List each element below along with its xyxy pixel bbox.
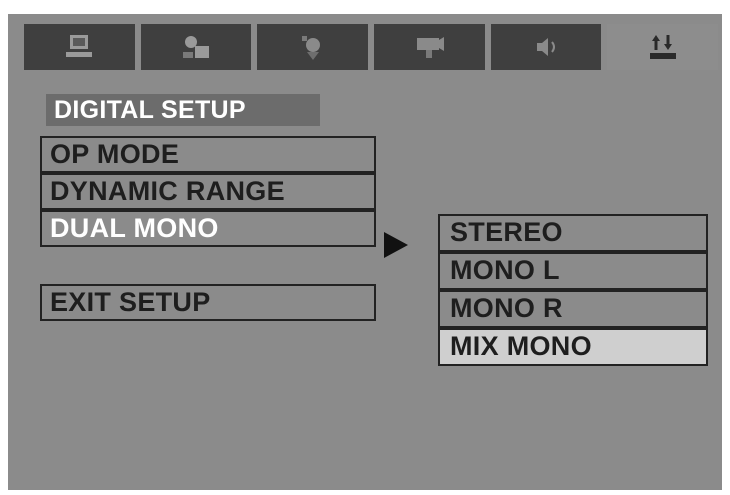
audio-icon (537, 38, 556, 56)
selection-arrow-icon (384, 232, 408, 258)
tab-general[interactable] (24, 24, 135, 70)
page-title: DIGITAL SETUP (46, 94, 320, 126)
setup-screen: DIGITAL SETUP OP MODE DYNAMIC RANGE DUAL… (8, 14, 722, 490)
video-icon (417, 37, 445, 58)
submenu-option-stereo[interactable]: STEREO (438, 214, 708, 252)
submenu-option-mix-mono[interactable]: MIX MONO (438, 328, 708, 366)
tab-audio[interactable] (490, 24, 602, 70)
submenu-option-mono-r[interactable]: MONO R (438, 290, 708, 328)
setup-tab-bar (24, 24, 719, 70)
menu-item-dual-mono[interactable]: DUAL MONO (40, 210, 376, 247)
tab-video[interactable] (374, 24, 485, 70)
speaker-icon (301, 36, 320, 60)
monitor-icon (66, 35, 93, 57)
menu-item-op-mode[interactable]: OP MODE (40, 136, 376, 173)
submenu-option-mono-l[interactable]: MONO L (438, 252, 708, 290)
tab-speaker[interactable] (257, 24, 369, 70)
exit-setup-button[interactable]: EXIT SETUP (40, 284, 376, 321)
tab-digital-setup[interactable] (607, 24, 719, 70)
settings-icon (183, 36, 209, 58)
tab-preference[interactable] (140, 24, 252, 70)
digital-setup-icon (649, 35, 676, 59)
menu-item-dynamic-range[interactable]: DYNAMIC RANGE (40, 173, 376, 210)
